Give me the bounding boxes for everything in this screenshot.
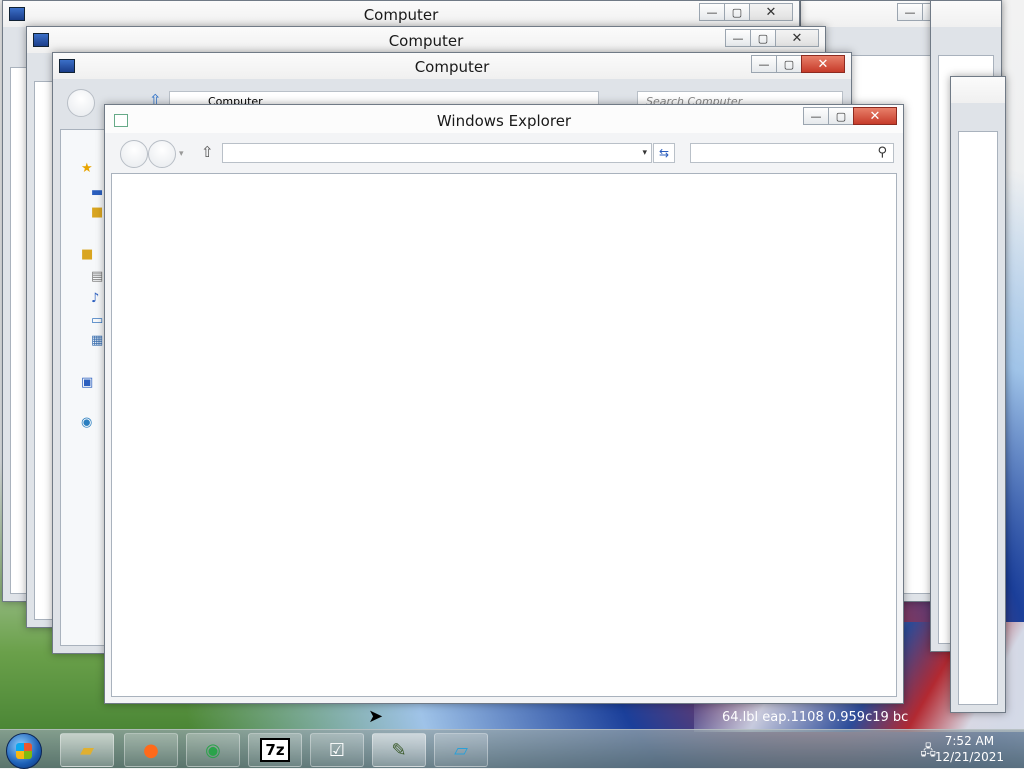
network-icon[interactable]: ◉	[81, 416, 95, 429]
minimize-button[interactable]: —	[803, 107, 829, 125]
minimize-button[interactable]: —	[751, 55, 777, 73]
taskbar-item-windows-explorer[interactable]: ▰	[60, 733, 114, 767]
window-title: Computer	[388, 32, 464, 50]
videos-icon[interactable]: ▦	[91, 334, 105, 347]
refresh-icon[interactable]: ⇆	[653, 143, 675, 163]
close-button[interactable]: ✕	[749, 3, 793, 21]
mouse-cursor-icon: ➤	[368, 706, 384, 727]
minimize-button[interactable]: —	[725, 29, 751, 47]
taskbar-item-remote-desktop[interactable]: ▱	[434, 733, 488, 767]
7zip-icon: 7z	[260, 738, 290, 762]
recent-pages-dropdown-icon[interactable]: ▾	[179, 149, 184, 159]
music-icon[interactable]: ♪	[91, 292, 105, 305]
clock-time: 7:52 AM	[944, 734, 995, 748]
minimize-button[interactable]: —	[699, 3, 725, 21]
favorites-star-icon[interactable]: ★	[81, 162, 95, 175]
libraries-icon[interactable]: ■	[81, 248, 95, 261]
window-controls: — ▢ ✕	[751, 55, 845, 73]
titlebar[interactable]: Windows Explorer	[105, 105, 903, 133]
window-controls: — ▢ ✕	[725, 29, 819, 47]
pictures-icon[interactable]: ▭	[91, 314, 105, 327]
titlebar[interactable]: Computer	[3, 1, 799, 27]
titlebar[interactable]: Computer	[27, 27, 825, 53]
address-bar[interactable]: ▾	[222, 143, 652, 163]
chrome-icon: ◉	[205, 739, 221, 761]
taskbar-item-checklist-app[interactable]: ☑	[310, 733, 364, 767]
window-title: Computer	[363, 6, 439, 24]
search-input[interactable]: ⚲	[690, 143, 894, 163]
taskbar: ▰ ● ◉ 7z ☑ ✎ ▱ 🖧 7:52 AM 12/21/2021	[0, 729, 1024, 769]
windows-explorer-window[interactable]: Windows Explorer — ▢ ✕ ▾ ⇧ ▾ ⇆ ⚲	[104, 104, 904, 704]
restore-button[interactable]: ▢	[776, 55, 802, 73]
start-button[interactable]	[6, 733, 42, 769]
firefox-icon: ●	[143, 739, 159, 761]
window-controls: — ▢ ✕	[803, 107, 897, 125]
taskbar-item-paint-app[interactable]: ✎	[372, 733, 426, 767]
titlebar[interactable]: Computer	[53, 53, 851, 79]
window-title: Computer	[414, 58, 490, 76]
taskbar-item-chrome[interactable]: ◉	[186, 733, 240, 767]
taskbar-item-firefox[interactable]: ●	[124, 733, 178, 767]
desktop-overlay-text: 64.lbl eap.1108 0.959c19 bc	[722, 710, 909, 725]
desktop-icon[interactable]: ▬	[91, 186, 105, 199]
back-button[interactable]	[67, 89, 95, 117]
address-dropdown-icon[interactable]: ▾	[642, 148, 647, 158]
checklist-icon: ☑	[328, 739, 346, 761]
paint-icon: ✎	[391, 739, 407, 761]
restore-button[interactable]: ▢	[724, 3, 750, 21]
titlebar[interactable]	[951, 77, 1005, 103]
remote-desktop-icon: ▱	[454, 739, 468, 761]
restore-button[interactable]: ▢	[750, 29, 776, 47]
minimize-button[interactable]: —	[897, 3, 923, 21]
folder-icon: ▰	[80, 739, 94, 761]
forward-button[interactable]	[148, 140, 176, 168]
system-clock[interactable]: 7:52 AM 12/21/2021	[935, 733, 1004, 765]
back-button[interactable]	[120, 140, 148, 168]
computer-nav-icon[interactable]: ▣	[81, 376, 95, 389]
content-area[interactable]	[111, 173, 897, 697]
close-button[interactable]: ✕	[853, 107, 897, 125]
window-controls: — ▢ ✕	[699, 3, 793, 21]
documents-icon[interactable]: ▤	[91, 270, 105, 283]
background-window-right-c[interactable]	[950, 76, 1006, 713]
titlebar[interactable]	[931, 1, 1001, 27]
close-button[interactable]: ✕	[775, 29, 819, 47]
network-icon[interactable]: 🖧	[920, 740, 936, 764]
search-icon[interactable]: ⚲	[877, 145, 887, 160]
close-button[interactable]: ✕	[801, 55, 845, 73]
restore-button[interactable]: ▢	[828, 107, 854, 125]
window-title: Windows Explorer	[436, 112, 572, 130]
downloads-folder-icon[interactable]: ■	[91, 206, 105, 219]
up-icon[interactable]: ⇧	[201, 143, 214, 161]
window-body	[958, 131, 998, 705]
taskbar-item-7zip[interactable]: 7z	[248, 733, 302, 767]
clock-date: 12/21/2021	[934, 750, 1004, 764]
